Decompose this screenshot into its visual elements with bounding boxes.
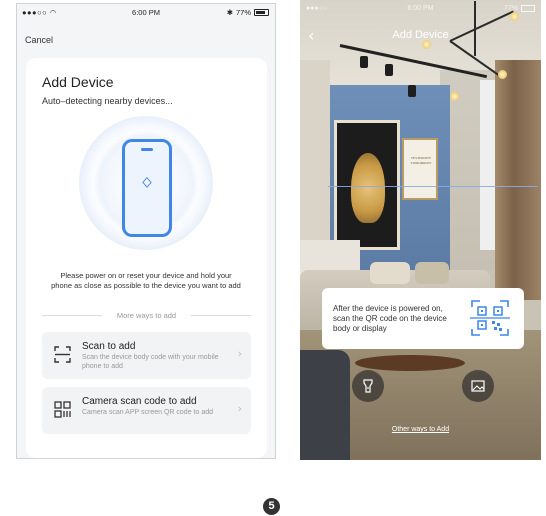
qr-code-icon (470, 300, 510, 336)
pillow (370, 262, 410, 284)
text-painting: TESTIMONY TOMORROW (402, 138, 438, 200)
more-ways-divider: More ways to add (42, 310, 251, 320)
page-title: Add Device (42, 74, 114, 90)
status-bar: ●●●○○ 6:00 PM 77% (300, 0, 541, 16)
status-bar: ●●●○○ ◠ 6:00 PM ✱ 77% (17, 4, 275, 20)
option-description: Camera scan APP screen QR code to add (82, 409, 213, 416)
battery-percent: 77% (235, 8, 251, 17)
step-number-badge: 5 (263, 498, 280, 515)
armchair (300, 350, 350, 460)
detecting-status: Auto–detecting nearby devices... (42, 96, 173, 106)
other-ways-link[interactable]: Other ways to Add (300, 426, 541, 433)
chandelier-bulb (498, 70, 507, 79)
pineapple-painting (334, 120, 400, 250)
battery-percent: 77% (503, 5, 518, 12)
gallery-icon (471, 380, 485, 392)
scan-icon (54, 346, 71, 363)
phone-icon: ᛜ (122, 139, 172, 237)
page-title: Add Device (392, 29, 449, 41)
scan-to-add-option[interactable]: Scan to add Scan the device body code wi… (42, 332, 251, 379)
chevron-right-icon: › (237, 402, 242, 415)
spot-lamp (385, 64, 393, 76)
painting-text: TESTIMONY TOMORROW (410, 156, 432, 165)
chandelier-bulb (450, 92, 459, 101)
bluetooth-icon: ᛜ (140, 172, 154, 197)
add-device-screen: ●●●○○ ◠ 6:00 PM ✱ 77% Cancel Add Device … (16, 3, 276, 459)
cancel-button[interactable]: Cancel (25, 35, 53, 45)
battery-status: 77% (504, 5, 535, 12)
gallery-button[interactable] (462, 370, 494, 402)
coffee-table (355, 355, 465, 371)
divider-line-right (191, 315, 251, 316)
add-device-card: Add Device Auto–detecting nearby devices… (26, 58, 267, 458)
option-title: Scan to add (82, 341, 136, 352)
bluetooth-status-icon: ✱ (226, 8, 233, 17)
option-title: Camera scan code to add (82, 396, 197, 407)
camera-scan-option[interactable]: Camera scan code to add Camera scan APP … (42, 387, 251, 434)
battery-status: ✱ 77% (227, 8, 269, 17)
battery-icon (254, 9, 269, 16)
flashlight-button[interactable] (352, 370, 384, 402)
qr-scan-icon (54, 401, 71, 418)
window (480, 80, 496, 250)
spot-lamp (408, 85, 416, 97)
detection-radar: ᛜ (79, 116, 213, 250)
scan-line (328, 186, 538, 187)
pillow (415, 262, 449, 284)
instructions-text: Please power on or reset your device and… (51, 271, 241, 290)
scan-tip-text: After the device is powered on, scan the… (333, 304, 447, 333)
battery-icon (521, 5, 535, 12)
chevron-right-icon: › (237, 347, 242, 360)
phone-speaker (141, 148, 153, 151)
option-description: Scan the device body code with your mobi… (82, 354, 219, 370)
chandelier-bulb (422, 40, 431, 49)
spot-lamp (360, 56, 368, 68)
curtain (495, 60, 541, 300)
qr-scan-screen: TESTIMONY TOMORROW ●●●○○ 6:00 PM 77% ‹ A… (300, 0, 541, 460)
scan-tip-card: After the device is powered on, scan the… (322, 288, 524, 349)
flashlight-icon (363, 379, 373, 393)
